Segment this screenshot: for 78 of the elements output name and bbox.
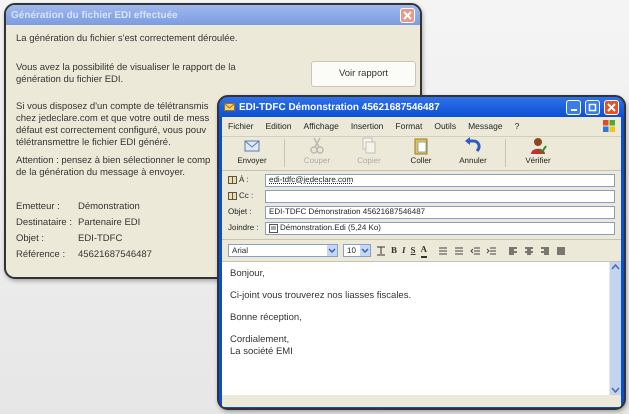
close-icon: [607, 102, 616, 112]
input-field[interactable]: EDI-TDFC Démonstration 45621687546487: [265, 206, 615, 219]
menu-item[interactable]: Affichage: [304, 120, 339, 133]
dialog-text: génération du fichier EDI.: [16, 74, 124, 86]
info-label: Référence :: [16, 249, 66, 262]
numbered-list-icon[interactable]: [454, 246, 466, 256]
justify-icon[interactable]: [556, 246, 568, 256]
window-title: EDI-TDFC Démonstration 45621687546487: [239, 100, 441, 114]
menu-item[interactable]: Edition: [266, 120, 292, 133]
message-text: La génération du fichier s'est correctement déroulée.: [16, 33, 238, 45]
font-size-select[interactable]: 10: [343, 244, 371, 257]
menu-item[interactable]: Format: [395, 120, 422, 133]
format-button[interactable]: I: [402, 244, 406, 258]
address-book-icon: [228, 192, 237, 200]
dialog-text: défaut est correctement configuré, vous pouv: [16, 125, 206, 137]
paragraph-style-icon[interactable]: [376, 245, 386, 256]
field-label: Objet :: [228, 206, 252, 218]
message-paragraph: Bonjour,: [230, 268, 266, 280]
scroll-down-icon: [610, 385, 621, 395]
window-title: Génération du fichier EDI effectuée: [11, 8, 179, 22]
info-label: Destinataire :: [16, 217, 73, 230]
address-book-icon: [228, 176, 237, 184]
align-center-icon[interactable]: [524, 246, 536, 256]
input-field[interactable]: edi-tdfc@jedeclare.com: [265, 174, 615, 187]
toolbar-button[interactable]: Vérifier: [514, 136, 562, 167]
close-icon: [403, 10, 412, 20]
dialog-text: Si vous disposez d'un compte de télétransmis: [16, 101, 208, 113]
view-report-button[interactable]: Voir rapport: [311, 61, 416, 87]
maximize-icon: [588, 102, 597, 112]
font-select[interactable]: Arial: [228, 244, 338, 257]
info-value: 45621687546487: [78, 249, 152, 262]
align-right-icon[interactable]: [540, 246, 552, 256]
undo-arrow-icon: [463, 136, 483, 155]
menu-item[interactable]: Fichier: [228, 120, 254, 133]
field-label[interactable]: À :: [239, 174, 249, 186]
toolbar-button[interactable]: Envoyer: [228, 136, 276, 167]
menu-item[interactable]: Insertion: [350, 120, 384, 133]
decrease-indent-icon[interactable]: [470, 246, 482, 256]
field-label[interactable]: Cc :: [239, 190, 254, 202]
menu-item[interactable]: Message: [468, 120, 503, 133]
dialog-text: chez jedeclare.com et que votre outil de mess: [16, 113, 210, 125]
scroll-up-icon: [610, 262, 621, 272]
person-check-icon: [528, 136, 548, 155]
info-value: Partenaire EDI: [78, 217, 140, 230]
menu-item[interactable]: ?: [514, 120, 520, 133]
format-button[interactable]: A: [420, 242, 428, 258]
dialog-text: Vous avez la possibilité de visualiser le rapport de la: [16, 62, 236, 74]
dialog-text: de la génération du message à envoyer.: [16, 167, 186, 179]
message-paragraph: Ci-joint vous trouverez nos liasses fiscales.: [230, 290, 412, 302]
bulleted-list-icon[interactable]: [438, 246, 450, 256]
format-button[interactable]: B: [391, 244, 398, 258]
info-label: Emetteur :: [16, 201, 61, 214]
close-button[interactable]: [604, 100, 619, 114]
message-paragraph: Bonne réception,: [230, 312, 303, 324]
menu-item[interactable]: Outils: [434, 120, 456, 133]
toolbar-button[interactable]: Annuler: [449, 136, 497, 167]
scrollbar[interactable]: [609, 262, 621, 395]
dialog-text: Attention : pensez à bien sélectionner le comp: [16, 155, 210, 167]
attachment-field[interactable]: Démonstration.Edi (5,24 Ko): [265, 222, 615, 235]
dropdown-arrow-icon: [327, 245, 337, 256]
info-value: Démonstration: [78, 201, 140, 214]
dialog-text: télétransmettre le fichier EDI généré.: [16, 137, 171, 149]
minimize-icon: [570, 109, 576, 111]
toolbar-button[interactable]: Coller: [397, 136, 445, 167]
info-label: Objet :: [16, 233, 45, 246]
envelope-icon: [224, 102, 235, 112]
align-left-icon[interactable]: [508, 246, 520, 256]
info-value: EDI-TDFC: [78, 233, 122, 246]
message-paragraph: Cordialement, La société EMI: [230, 334, 294, 358]
file-icon: [269, 224, 278, 233]
minimize-button[interactable]: [566, 100, 581, 114]
windows-flag-icon: [603, 120, 615, 132]
format-button[interactable]: S: [410, 244, 416, 258]
maximize-button[interactable]: [585, 100, 600, 114]
field-label: Joindre :: [228, 222, 259, 234]
input-field[interactable]: [265, 190, 615, 203]
dropdown-arrow-icon: [360, 245, 370, 256]
increase-indent-icon[interactable]: [486, 246, 498, 256]
